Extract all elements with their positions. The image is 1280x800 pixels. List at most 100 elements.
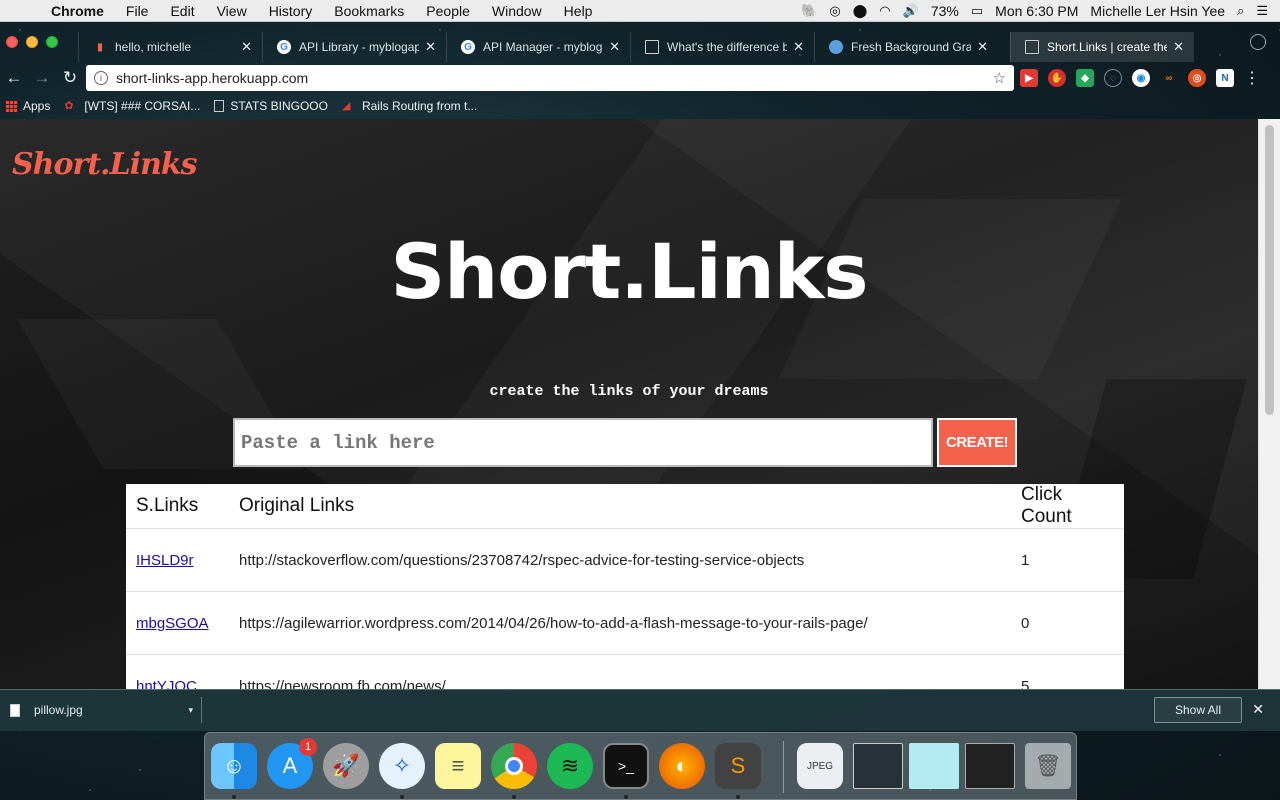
adblock-icon[interactable]: ✋ [1048, 69, 1066, 87]
chrome-menu-icon[interactable]: ⋮ [1244, 68, 1260, 88]
short-link-cell: mbgSGOA [126, 591, 229, 655]
tab-title: What's the difference b [667, 40, 788, 54]
menu-app-name[interactable]: Chrome [40, 3, 115, 19]
whatsapp-icon[interactable]: ◉ [1132, 69, 1150, 87]
safari-icon[interactable]: ✧ [379, 743, 425, 789]
preview-icon[interactable]: JPEG [797, 743, 843, 789]
app-store-icon[interactable]: A 1 [267, 738, 317, 789]
tab-hello-michelle[interactable]: ▮ hello, michelle ✕ [78, 32, 262, 62]
menu-view[interactable]: View [206, 3, 258, 19]
create-button[interactable]: CREATE! [937, 418, 1017, 467]
close-icon[interactable]: ✕ [977, 39, 988, 55]
original-link-cell: http://stackoverflow.com/questions/23708… [229, 528, 1011, 592]
wifi-icon[interactable]: ◠ [879, 3, 890, 19]
short-link[interactable]: hntYJOC [136, 678, 197, 690]
menu-file[interactable]: File [115, 3, 160, 19]
tab-short-links[interactable]: Short.Links | create the ✕ [1010, 32, 1194, 62]
menu-edit[interactable]: Edit [159, 3, 205, 19]
terminal-window-icon[interactable] [965, 743, 1015, 789]
creative-cloud-icon[interactable]: ◎ [829, 3, 840, 19]
tab-fresh-background[interactable]: Fresh Background Gra ✕ [814, 32, 998, 62]
google-icon: G [277, 40, 291, 54]
tab-title: hello, michelle [115, 40, 192, 54]
close-icon[interactable]: ✕ [425, 39, 436, 55]
close-icon[interactable]: ✕ [1173, 39, 1184, 55]
menu-user-name[interactable]: Michelle Ler Hsin Yee [1090, 3, 1225, 19]
menu-help[interactable]: Help [553, 3, 604, 19]
link-input[interactable] [233, 418, 933, 467]
screenshot-icon[interactable] [853, 743, 903, 789]
address-url[interactable]: short-links-app.herokuapp.com [116, 70, 308, 86]
notification-center-icon[interactable]: ☰ [1256, 3, 1268, 19]
notes-icon[interactable]: ≡ [435, 743, 481, 789]
profile-icon[interactable] [1250, 34, 1266, 50]
menu-clock[interactable]: Mon 6:30 PM [995, 3, 1078, 19]
show-all-downloads-button[interactable]: Show All [1154, 697, 1242, 723]
close-icon[interactable]: ✕ [609, 39, 620, 55]
infinity-icon[interactable]: ∞ [1160, 69, 1178, 87]
spotify-icon[interactable]: ≋ [547, 743, 593, 789]
tab-title: API Manager - myblog [483, 40, 603, 54]
dropbox-icon[interactable]: ⬤ [853, 3, 868, 19]
address-bar[interactable]: i short-links-app.herokuapp.com ☆ [86, 65, 1014, 91]
bookmark-stats-bingooo[interactable]: STATS BINGOOO [214, 99, 328, 113]
page-scrollbar[interactable] [1258, 119, 1280, 689]
forward-arrow-icon[interactable]: → [28, 68, 56, 88]
launchpad-icon[interactable]: 🚀 [323, 743, 369, 789]
chevron-down-icon[interactable]: ▾ [188, 705, 193, 716]
back-arrow-icon[interactable]: ← [0, 68, 28, 88]
tab-whats-the-difference[interactable]: What's the difference b ✕ [630, 32, 814, 62]
ghostery-icon[interactable]: ◆ [1076, 69, 1094, 87]
terminal-icon[interactable]: >_ [603, 743, 649, 789]
trash-icon[interactable]: 🗑 [1025, 743, 1071, 789]
chrome-icon[interactable] [491, 743, 537, 789]
evernote-icon[interactable]: 🐘 [801, 3, 817, 19]
info-icon[interactable]: i [94, 71, 108, 85]
menu-history[interactable]: History [258, 3, 324, 19]
scrollbar-thumb[interactable] [1265, 125, 1274, 415]
document-icon [645, 40, 659, 54]
sublime-text-icon[interactable]: S [715, 743, 761, 789]
close-icon[interactable]: ✕ [241, 39, 252, 55]
bookmark-rails-routing[interactable]: ◢ Rails Routing from t... [342, 99, 477, 113]
running-indicator [624, 795, 628, 799]
n-extension-icon[interactable]: N [1216, 69, 1234, 87]
running-indicator [736, 795, 740, 799]
bookmark-wts-corsair[interactable]: ✿ [WTS] ### CORSAI... [64, 99, 200, 113]
zoom-window-button[interactable] [46, 36, 58, 48]
running-indicator [400, 795, 404, 799]
bookmark-star-icon[interactable]: ☆ [993, 69, 1006, 87]
document-icon [214, 100, 225, 112]
close-icon[interactable]: ✕ [793, 39, 804, 55]
menu-people[interactable]: People [415, 3, 481, 19]
target-icon[interactable]: ◎ [1188, 69, 1206, 87]
firefox-icon[interactable]: ◐ [659, 743, 705, 789]
minimize-window-button[interactable] [26, 36, 38, 48]
short-link[interactable]: IHSLD9r [136, 552, 194, 569]
extension-video-icon[interactable]: ▶ [1020, 69, 1038, 87]
chrome-toolbar: ← → ↻ i short-links-app.herokuapp.com ☆ … [0, 62, 1280, 94]
spotlight-search-icon[interactable]: ⌕ [1237, 3, 1244, 19]
close-window-button[interactable] [6, 36, 18, 48]
tab-api-manager[interactable]: G API Manager - myblog ✕ [446, 32, 630, 62]
close-icon[interactable]: ✕ [1252, 701, 1264, 718]
menu-window[interactable]: Window [481, 3, 553, 19]
extension-circle-icon[interactable]: ◌ [1104, 69, 1122, 87]
menu-bookmarks[interactable]: Bookmarks [323, 3, 415, 19]
finder-icon[interactable]: ☺ [211, 743, 257, 789]
volume-icon[interactable]: 🔊 [903, 3, 919, 19]
tab-api-library[interactable]: G API Library - myblogap ✕ [262, 32, 446, 62]
bookmark-apps[interactable]: Apps [6, 99, 50, 113]
rails-icon: ◢ [341, 100, 351, 112]
download-item[interactable]: pillow.jpg ▾ [0, 697, 202, 723]
click-count-cell: 5 [1011, 654, 1124, 689]
site-logo[interactable]: Short.Links [12, 147, 198, 182]
battery-icon[interactable]: ▭ [971, 3, 983, 19]
short-link[interactable]: mbgSGOA [136, 615, 209, 632]
reload-icon[interactable]: ↻ [56, 68, 84, 88]
bookmark-favicon-icon: ✿ [64, 100, 74, 112]
table-row: mbgSGOA https://agilewarrior.wordpress.c… [126, 591, 1124, 655]
safari-window-icon[interactable] [909, 743, 959, 789]
short-link-cell: IHSLD9r [126, 528, 229, 592]
battery-percent[interactable]: 73% [931, 3, 959, 19]
